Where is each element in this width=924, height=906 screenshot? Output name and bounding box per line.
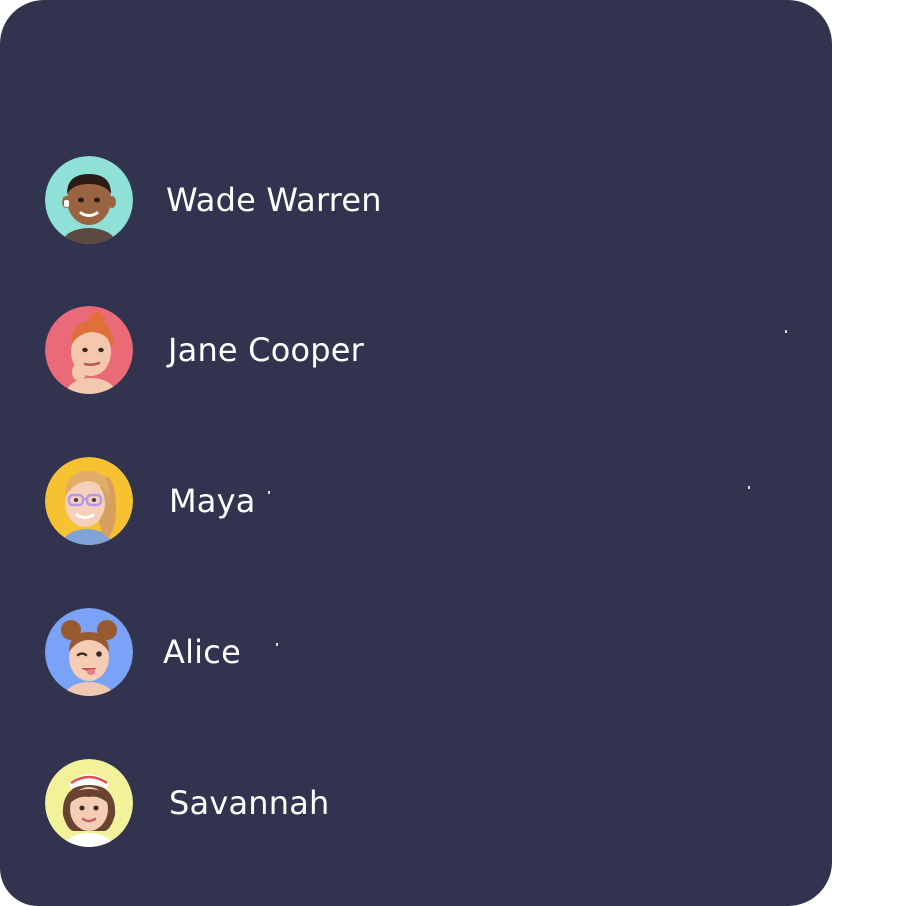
girl-winking-avatar-icon: [45, 608, 133, 696]
contact-name: Alice: [163, 633, 241, 671]
contact-item-maya[interactable]: Maya: [0, 457, 600, 547]
artifact-speck: [748, 486, 750, 489]
contacts-panel: Wade Warren Jane Cooper Maya Alice Savan…: [0, 0, 832, 906]
contact-item-savannah[interactable]: Savannah: [0, 759, 600, 849]
contact-name: Jane Cooper: [168, 331, 365, 369]
man-avatar-icon: [45, 156, 133, 244]
contact-item-jane-cooper[interactable]: Jane Cooper: [0, 306, 600, 396]
contact-name: Maya: [169, 482, 256, 520]
artifact-speck: [276, 643, 278, 646]
contact-item-alice[interactable]: Alice: [0, 608, 600, 698]
woman-glasses-braids-avatar-icon: [45, 457, 133, 545]
artifact-speck: [268, 491, 270, 494]
artifact-speck: [785, 330, 787, 333]
contact-item-wade-warren[interactable]: Wade Warren: [0, 156, 600, 246]
contact-name: Savannah: [169, 784, 330, 822]
contact-name: Wade Warren: [166, 181, 382, 219]
woman-red-hair-avatar-icon: [45, 306, 133, 394]
nurse-avatar-icon: [45, 759, 133, 847]
